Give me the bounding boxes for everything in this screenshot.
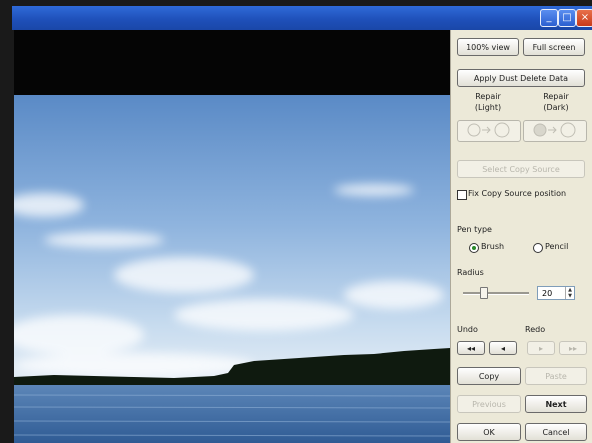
- image-viewer[interactable]: [14, 30, 450, 443]
- undo-label: Undo: [457, 325, 478, 334]
- fix-copy-source-label: Fix Copy Source position: [468, 189, 567, 198]
- brush-radio[interactable]: [469, 243, 479, 253]
- pencil-label: Pencil: [545, 242, 569, 251]
- repair-light-button[interactable]: [457, 120, 521, 142]
- dust-delete-window: _ □ × 100% view Full screen Apply Dust D…: [0, 0, 592, 443]
- maximize-button[interactable]: □: [558, 9, 576, 27]
- view-100-button[interactable]: 100% view: [457, 38, 519, 56]
- minimize-icon: _: [546, 12, 552, 23]
- repair-dark-label: Repair (Dark): [543, 92, 569, 112]
- redo-label: Redo: [525, 325, 546, 334]
- repair-dark-icon: [533, 122, 576, 138]
- cancel-button[interactable]: Cancel: [525, 423, 587, 441]
- close-icon: ×: [580, 12, 590, 23]
- radius-slider-thumb[interactable]: [480, 287, 488, 299]
- full-screen-button[interactable]: Full screen: [523, 38, 585, 56]
- repair-light-icon: [467, 122, 510, 138]
- tool-panel: 100% view Full screen Apply Dust Delete …: [450, 30, 592, 443]
- maximize-icon: □: [562, 12, 572, 23]
- landscape-photo[interactable]: [14, 95, 450, 443]
- brush-label: Brush: [481, 242, 505, 251]
- ok-button[interactable]: OK: [457, 423, 521, 441]
- undo-all-button[interactable]: ◂◂: [457, 341, 485, 355]
- undo-button[interactable]: ◂: [489, 341, 517, 355]
- radius-value: 20: [542, 289, 553, 298]
- pencil-radio[interactable]: [533, 243, 543, 253]
- redo-all-button[interactable]: ▸▸: [559, 341, 587, 355]
- select-copy-source-button[interactable]: Select Copy Source: [457, 160, 585, 178]
- repair-light-label: Repair (Light): [474, 92, 502, 112]
- redo-button[interactable]: ▸: [527, 341, 555, 355]
- repair-dark-button[interactable]: [523, 120, 587, 142]
- title-bar[interactable]: _ □ ×: [12, 6, 592, 30]
- radius-stepper[interactable]: 20 ▲ ▼: [537, 286, 575, 300]
- fix-copy-source-checkbox[interactable]: [457, 190, 467, 200]
- previous-button[interactable]: Previous: [457, 395, 521, 413]
- minimize-button[interactable]: _: [540, 9, 558, 27]
- next-button[interactable]: Next: [525, 395, 587, 413]
- spin-arrows-icon[interactable]: ▲ ▼: [565, 287, 574, 299]
- paste-button[interactable]: Paste: [525, 367, 587, 385]
- close-button[interactable]: ×: [576, 9, 592, 27]
- radius-slider[interactable]: [463, 292, 529, 295]
- radius-label: Radius: [457, 268, 484, 277]
- pen-type-label: Pen type: [457, 225, 492, 234]
- copy-button[interactable]: Copy: [457, 367, 521, 385]
- apply-dust-delete-button[interactable]: Apply Dust Delete Data: [457, 69, 585, 87]
